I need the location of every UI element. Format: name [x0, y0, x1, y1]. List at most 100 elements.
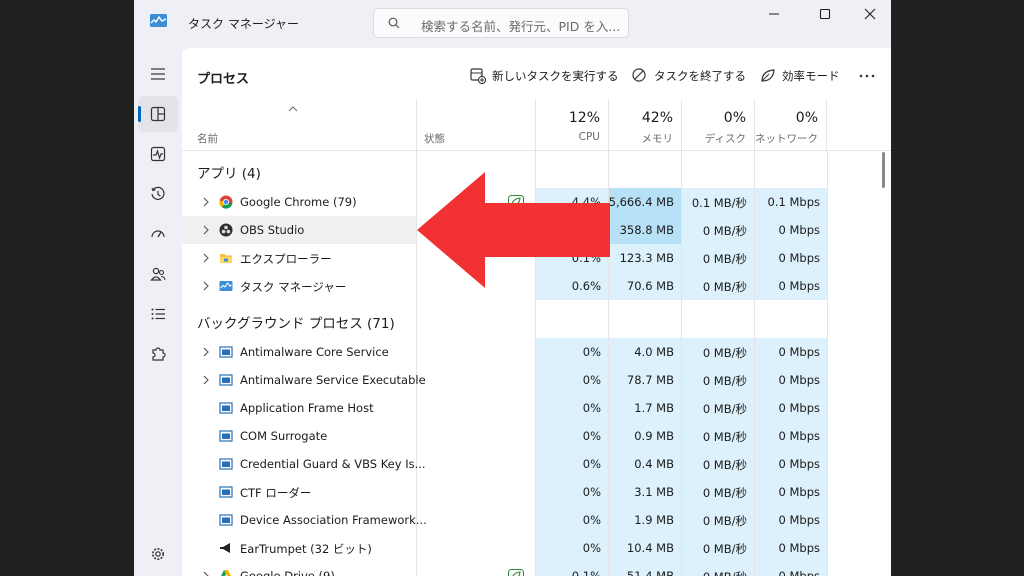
window-app-icon — [219, 374, 233, 386]
chevron-right-icon[interactable] — [202, 375, 210, 385]
cpu-total-percent: 12% — [568, 110, 600, 126]
chevron-right-icon[interactable] — [202, 253, 210, 263]
network-cell: 0 Mbps — [755, 562, 827, 576]
details-list-icon — [151, 308, 165, 320]
chevron-right-icon[interactable] — [202, 571, 210, 576]
red-arrow-annotation — [417, 172, 610, 288]
process-row[interactable]: CTF ローダー 0% 3.1 MB 0 MB/秒 0 Mbps — [182, 478, 891, 506]
nav-startup-apps[interactable] — [138, 216, 178, 252]
process-name: Application Frame Host — [240, 401, 374, 415]
window-app-icon — [219, 458, 233, 470]
nav-settings[interactable] — [138, 536, 178, 572]
window-app-icon — [219, 514, 233, 526]
process-row[interactable]: Google Drive (9) 0.1%51.4 MB0 MB/秒0 Mbps — [182, 562, 891, 576]
leaf-icon — [761, 69, 775, 82]
cpu-cell: 0% — [536, 338, 608, 366]
memory-cell: 1.7 MB — [609, 394, 681, 422]
google-drive-icon — [221, 570, 231, 576]
nav-users[interactable] — [138, 256, 178, 292]
nav-services[interactable] — [138, 336, 178, 372]
column-header-row: 名前 状態 12% CPU 42% メモリ 0% ディスク 0% ネットワーク — [182, 100, 891, 151]
column-network[interactable]: 0% ネットワーク — [754, 100, 827, 150]
nav-performance[interactable] — [138, 136, 178, 172]
nav-app-history[interactable] — [138, 176, 178, 212]
chevron-right-icon[interactable] — [202, 197, 210, 207]
chevron-right-icon[interactable] — [202, 225, 210, 235]
memory-cell: 5,666.4 MB — [609, 188, 681, 216]
column-cpu[interactable]: 12% CPU — [535, 100, 608, 150]
process-name: タスク マネージャー — [240, 280, 347, 294]
gear-icon — [152, 548, 164, 560]
page-title: プロセス — [197, 72, 250, 87]
process-name: CTF ローダー — [240, 486, 312, 500]
process-name: Antimalware Core Service — [240, 345, 389, 359]
column-disk[interactable]: 0% ディスク — [681, 100, 754, 150]
chrome-icon — [219, 195, 233, 209]
column-status-label: 状態 — [424, 133, 445, 145]
chevron-right-icon[interactable] — [202, 281, 210, 291]
memory-column-label: メモリ — [641, 133, 674, 145]
window-app-icon — [219, 346, 233, 358]
process-row[interactable]: Credential Guard & VBS Key Is... 0% 0.4 MB… — [182, 450, 891, 478]
maximize-button[interactable] — [802, 0, 848, 30]
startup-speedometer-icon — [151, 230, 165, 238]
network-cell: 0 Mbps — [755, 272, 827, 300]
disk-cell: 0 MB/秒 — [682, 366, 754, 394]
search-box[interactable]: 検索する名前、発行元、PID を入... — [373, 8, 629, 38]
process-row[interactable]: EarTrumpet (32 ビット) 0% 10.4 MB 0 MB/秒 0 Mbps — [182, 534, 891, 562]
process-name: エクスプローラー — [240, 252, 332, 266]
network-column-label: ネットワーク — [755, 133, 818, 145]
eartrumpet-icon — [220, 543, 230, 553]
process-name: Credential Guard & VBS Key Is... — [240, 457, 426, 471]
close-icon — [864, 8, 876, 20]
process-row[interactable]: Antimalware Core Service 0% 4.0 MB 0 MB/秒 0 … — [182, 338, 891, 366]
sidebar — [134, 48, 182, 576]
search-icon — [388, 17, 400, 29]
column-status[interactable]: 状態 — [416, 100, 535, 150]
title-bar: タスク マネージャー 検索する名前、発行元、PID を入... — [134, 0, 891, 48]
disk-cell: 0 MB/秒 — [682, 338, 754, 366]
nav-details[interactable] — [138, 296, 178, 332]
process-name: Device Association Framework... — [240, 513, 427, 527]
process-name: COM Surrogate — [240, 429, 328, 443]
memory-cell: 3.1 MB — [609, 478, 681, 506]
cpu-cell: 0% — [536, 450, 608, 478]
process-row[interactable]: Antimalware Service Executable 0% 78.7 MB 0… — [182, 366, 891, 394]
process-row[interactable]: COM Surrogate 0% 0.9 MB 0 MB/秒 0 Mbps — [182, 422, 891, 450]
minimize-button[interactable] — [751, 0, 797, 30]
process-row[interactable]: Application Frame Host 0% 1.7 MB 0 MB/秒 0 Mb… — [182, 394, 891, 422]
disk-cell: 0 MB/秒 — [682, 272, 754, 300]
cpu-cell: 0% — [536, 478, 608, 506]
cpu-cell: 0% — [536, 366, 608, 394]
task-manager-icon — [150, 14, 167, 27]
cpu-column-label: CPU — [578, 131, 600, 143]
task-manager-icon — [219, 281, 233, 291]
group-header-background[interactable]: バックグラウンド プロセス (71) — [197, 312, 395, 332]
disk-cell: 0 MB/秒 — [682, 422, 754, 450]
memory-cell: 123.3 MB — [609, 244, 681, 272]
column-name[interactable]: 名前 — [197, 131, 218, 146]
close-button[interactable] — [847, 0, 891, 30]
disk-cell: 0 MB/秒 — [682, 478, 754, 506]
task-manager-window: タスク マネージャー 検索する名前、発行元、PID を入... プロセス 新しい… — [134, 0, 891, 576]
column-memory[interactable]: 42% メモリ — [608, 100, 681, 150]
process-name: Google Chrome (79) — [240, 195, 357, 209]
process-name: Google Drive (9) — [240, 569, 335, 576]
nav-processes[interactable] — [138, 96, 178, 132]
disk-cell: 0 MB/秒 — [682, 216, 754, 244]
window-title: タスク マネージャー — [188, 17, 299, 31]
chevron-right-icon[interactable] — [202, 347, 210, 357]
services-puzzle-icon — [152, 347, 166, 361]
window-app-icon — [219, 486, 233, 498]
run-new-task-label: 新しいタスクを実行する — [492, 69, 619, 83]
group-header-apps[interactable]: アプリ (4) — [197, 162, 261, 182]
disk-cell: 0 MB/秒 — [682, 506, 754, 534]
memory-cell: 10.4 MB — [609, 534, 681, 562]
vertical-scrollbar[interactable] — [882, 152, 885, 188]
cpu-cell: 0.1% — [536, 562, 608, 576]
hamburger-menu-button[interactable] — [138, 56, 178, 92]
more-horizontal-icon — [859, 74, 875, 78]
process-row[interactable]: Device Association Framework... 0% 1.9 MB 0… — [182, 506, 891, 534]
search-placeholder: 検索する名前、発行元、PID を入... — [421, 19, 621, 34]
end-task-icon — [632, 68, 646, 82]
